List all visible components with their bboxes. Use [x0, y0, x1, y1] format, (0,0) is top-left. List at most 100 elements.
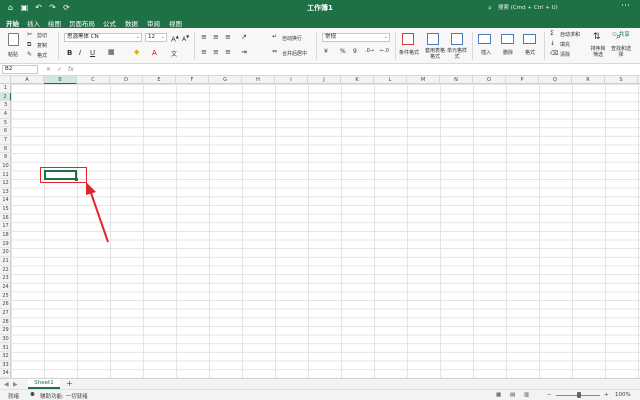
cut-icon[interactable]: ✂ — [27, 31, 32, 38]
row-header-11[interactable]: 11 — [0, 171, 11, 180]
column-header-j[interactable]: J — [308, 76, 341, 84]
column-header-k[interactable]: K — [341, 76, 374, 84]
align-right-icon[interactable]: ≡ — [225, 48, 231, 56]
phonetic-icon[interactable]: 文 — [171, 49, 177, 58]
row-header-8[interactable]: 8 — [0, 145, 11, 154]
row-header-9[interactable]: 9 — [0, 153, 11, 162]
column-header-o[interactable]: O — [473, 76, 506, 84]
currency-icon[interactable]: ¥ — [324, 48, 328, 55]
clear-button[interactable]: 清除 — [560, 51, 570, 58]
format-painter-button[interactable]: 格式 — [37, 52, 47, 59]
clear-icon[interactable]: ⌫ — [550, 50, 558, 57]
row-header-7[interactable]: 7 — [0, 136, 11, 145]
column-header-h[interactable]: H — [242, 76, 275, 84]
tab-view[interactable]: 视图 — [169, 18, 182, 28]
tab-page-layout[interactable]: 页面布局 — [69, 18, 95, 28]
row-header-12[interactable]: 12 — [0, 179, 11, 188]
fill-icon[interactable]: ↓ — [550, 40, 555, 47]
page-break-view-icon[interactable]: ▥ — [524, 392, 529, 398]
column-header-l[interactable]: L — [374, 76, 407, 84]
row-header-16[interactable]: 16 — [0, 214, 11, 223]
row-header-34[interactable]: 34 — [0, 369, 11, 378]
row-header-30[interactable]: 30 — [0, 335, 11, 344]
row-header-23[interactable]: 23 — [0, 274, 11, 283]
prev-sheet-icon[interactable]: ◀ — [4, 381, 9, 388]
row-header-13[interactable]: 13 — [0, 188, 11, 197]
row-header-17[interactable]: 17 — [0, 222, 11, 232]
align-top-icon[interactable]: ≡ — [201, 33, 207, 41]
fx-icon[interactable]: fx — [68, 66, 74, 73]
orientation-icon[interactable]: ↗ — [241, 33, 247, 41]
column-header-c[interactable]: C — [77, 76, 110, 84]
row-header-31[interactable]: 31 — [0, 344, 11, 353]
font-name-select[interactable]: 思源黑体 CN ⌄ — [64, 33, 142, 42]
row-header-2[interactable]: 2 — [0, 92, 11, 102]
page-layout-view-icon[interactable]: ▤ — [510, 392, 515, 398]
search-box[interactable]: ⌕ 搜索 (Cmd + Ctrl + U) — [488, 3, 590, 13]
align-left-icon[interactable]: ≡ — [201, 48, 207, 56]
column-header-d[interactable]: D — [110, 76, 143, 84]
copy-button[interactable]: 复制 — [37, 42, 47, 49]
tab-insert[interactable]: 插入 — [27, 18, 40, 28]
column-header-a[interactable]: A — [11, 76, 44, 84]
sheet-tab-sheet1[interactable]: Sheet1 — [28, 379, 60, 389]
indent-icon[interactable]: ⇥ — [241, 48, 247, 56]
underline-button[interactable]: U — [90, 49, 95, 57]
column-header-s[interactable]: S — [605, 76, 638, 84]
row-header-19[interactable]: 19 — [0, 240, 11, 249]
zoom-in-button[interactable]: + — [604, 392, 609, 398]
zoom-out-button[interactable]: − — [547, 392, 552, 398]
align-middle-icon[interactable]: ≡ — [213, 33, 219, 41]
row-header-22[interactable]: 22 — [0, 266, 11, 275]
share-button[interactable]: ⚇ 共享 — [612, 30, 630, 38]
align-center-icon[interactable]: ≡ — [213, 48, 219, 56]
row-header-3[interactable]: 3 — [0, 101, 11, 110]
normal-view-icon[interactable]: ▦ — [496, 392, 501, 398]
cancel-icon[interactable]: ✕ — [46, 66, 51, 73]
number-format-select[interactable]: 常规 ⌄ — [322, 33, 390, 42]
autosum-button[interactable]: 自动求和 — [560, 31, 580, 38]
increase-decimal-icon[interactable]: .0→ — [365, 48, 374, 54]
column-header-n[interactable]: N — [440, 76, 473, 84]
row-header-15[interactable]: 15 — [0, 205, 11, 214]
next-sheet-icon[interactable]: ▶ — [13, 381, 18, 388]
column-header-r[interactable]: R — [572, 76, 605, 84]
column-header-f[interactable]: F — [176, 76, 209, 84]
column-header-m[interactable]: M — [407, 76, 440, 84]
tab-data[interactable]: 数据 — [125, 18, 138, 28]
merge-center-button[interactable]: 合并后居中 — [282, 50, 307, 57]
row-header-24[interactable]: 24 — [0, 283, 11, 292]
confirm-icon[interactable]: ✓ — [57, 66, 62, 73]
row-header-14[interactable]: 14 — [0, 196, 11, 206]
column-header-i[interactable]: I — [275, 76, 308, 84]
align-bottom-icon[interactable]: ≡ — [225, 33, 231, 41]
copy-icon[interactable]: ⧉ — [27, 41, 31, 49]
row-header-33[interactable]: 33 — [0, 361, 11, 370]
percent-button[interactable]: % — [340, 48, 346, 55]
wrap-text-button[interactable]: 自动换行 — [282, 35, 302, 42]
column-header-g[interactable]: G — [209, 76, 242, 84]
row-header-1[interactable]: 1 — [0, 84, 11, 93]
row-header-28[interactable]: 28 — [0, 318, 11, 327]
row-header-32[interactable]: 32 — [0, 352, 11, 361]
font-size-select[interactable]: 12 ⌄ — [145, 33, 167, 42]
wrap-text-icon[interactable]: ↵ — [272, 33, 277, 40]
merge-center-icon[interactable]: ⇔ — [272, 48, 277, 55]
tab-review[interactable]: 审阅 — [147, 18, 160, 28]
row-header-6[interactable]: 6 — [0, 127, 11, 136]
row-header-18[interactable]: 18 — [0, 231, 11, 240]
row-header-4[interactable]: 4 — [0, 110, 11, 119]
font-color-icon[interactable]: A — [152, 49, 157, 57]
row-header-10[interactable]: 10 — [0, 162, 11, 171]
tab-home[interactable]: 开始 — [6, 18, 19, 30]
column-header-b[interactable]: B — [44, 76, 77, 84]
accessibility-icon[interactable]: ⚉ — [30, 392, 35, 398]
row-header-29[interactable]: 29 — [0, 326, 11, 335]
column-header-e[interactable]: E — [143, 76, 176, 84]
zoom-level[interactable]: 100% — [615, 392, 631, 398]
increase-font-icon[interactable]: A▲ — [171, 34, 179, 43]
more-icon[interactable]: ⋯ — [621, 1, 630, 11]
italic-button[interactable]: I — [79, 49, 81, 57]
column-header-q[interactable]: Q — [539, 76, 572, 84]
formula-input[interactable] — [80, 65, 636, 74]
